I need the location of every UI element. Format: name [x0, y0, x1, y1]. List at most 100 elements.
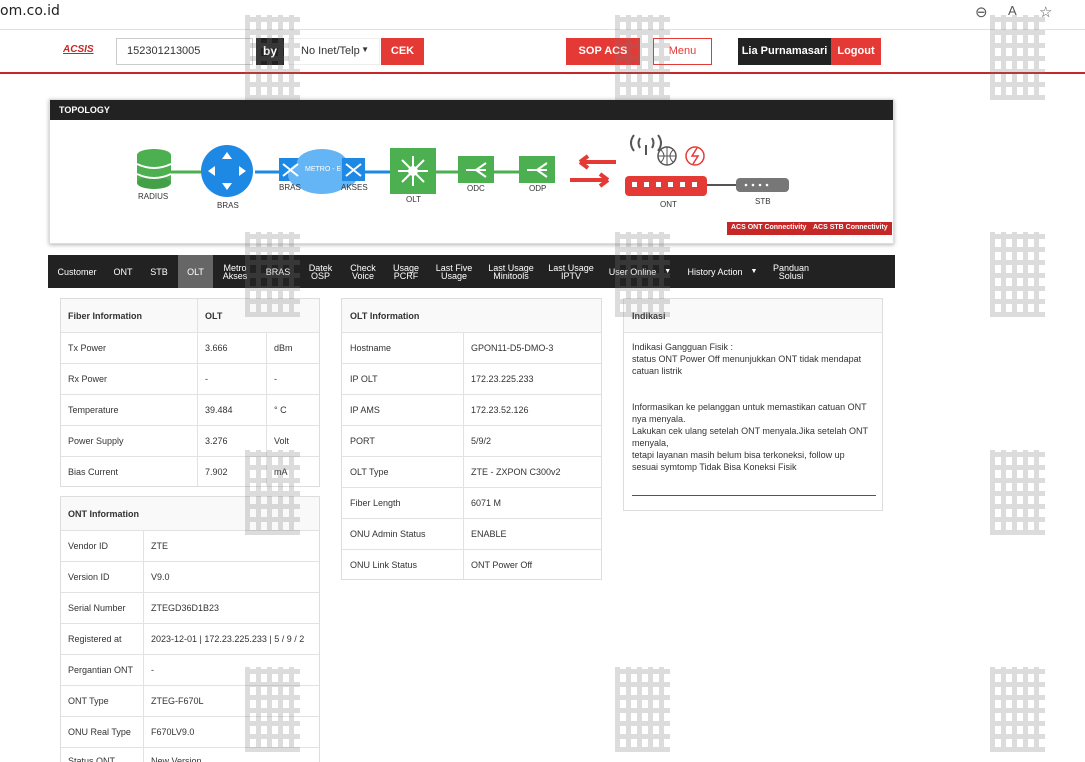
acs-ont-connectivity-button[interactable]: ACS ONT Connectivity: [727, 222, 811, 235]
row-unit: ° C: [274, 405, 287, 415]
tab-label: ONT: [113, 266, 133, 277]
row-value: -: [151, 665, 154, 675]
table-row: Tx Power 3.666 dBm: [61, 333, 319, 364]
row-value: 2023-12-01 | 172.23.225.233 | 5 / 9 / 2: [151, 634, 305, 644]
row-label: Version ID: [68, 572, 110, 582]
tab-label: Usage PCRF: [392, 262, 419, 281]
row-label: Vendor ID: [68, 541, 109, 551]
tab-ont[interactable]: ONT: [106, 255, 140, 288]
row-value: 172.23.52.126: [471, 405, 529, 415]
table-row: Hostname GPON11-D5-DMO-3: [342, 333, 601, 364]
table-row: PORT 5/9/2: [342, 426, 601, 457]
table-row: Vendor ID ZTE: [61, 531, 319, 562]
read-aloud-icon[interactable]: A: [1008, 3, 1017, 18]
column-divider: [266, 333, 267, 486]
tab-label: Check Voice: [350, 262, 376, 281]
tab-label: OLT: [187, 266, 204, 277]
tab-metro-akses[interactable]: Metro Akses: [213, 255, 257, 288]
row-label: Registered at: [68, 634, 122, 644]
row-value: 6071 M: [471, 498, 502, 508]
tab-history-action[interactable]: History Action ▼: [680, 255, 765, 288]
tab-check-voice[interactable]: Check Voice: [342, 255, 384, 288]
row-label: IP OLT: [350, 374, 378, 384]
detail-tabs: Customer ONT STB OLT Metro Akses BRAS Dat…: [48, 255, 895, 288]
row-value: New Version: [151, 756, 202, 762]
table-header: Indikasi: [624, 299, 882, 333]
fiber-info-title: Fiber Information: [68, 310, 142, 321]
tab-label: BRAS: [265, 266, 291, 277]
logout-button[interactable]: Logout: [831, 38, 881, 65]
caret-down-icon: ▼: [664, 267, 672, 275]
table-row: OLT Type ZTE - ZXPON C300v2: [342, 457, 601, 488]
row-value: ZTEGD36D1B23: [151, 603, 220, 613]
url-text[interactable]: om.co.id: [0, 3, 60, 19]
row-label: Temperature: [68, 405, 119, 415]
node-label-bras2: BRAS: [279, 183, 301, 192]
row-label: ONT Type: [68, 696, 109, 706]
tab-user-online[interactable]: User Online ▼: [600, 255, 680, 288]
tab-panduan-solusi[interactable]: Panduan Solusi: [765, 255, 817, 288]
browser-address-bar[interactable]: om.co.id ⊖ A ☆: [0, 0, 1085, 30]
acsis-logo[interactable]: ACSIS: [63, 44, 94, 55]
row-value: ZTEG-F670L: [151, 696, 204, 706]
by-label: by: [256, 38, 284, 65]
column-divider: [463, 333, 464, 579]
table-row: IP AMS 172.23.52.126: [342, 395, 601, 426]
table-row: Fiber Length 6071 M: [342, 488, 601, 519]
table-row: Serial Number ZTEGD36D1B23: [61, 593, 319, 624]
table-row: Status ONT New Version: [61, 748, 319, 762]
menu-button[interactable]: Menu: [653, 38, 712, 65]
row-label: Power Supply: [68, 436, 124, 446]
node-label-bras: BRAS: [217, 201, 239, 210]
tab-customer[interactable]: Customer: [48, 255, 106, 288]
row-value: GPON11-D5-DMO-3: [471, 343, 554, 353]
node-label-metro: METRO - E: [305, 166, 342, 173]
table-row: Registered at 2023-12-01 | 172.23.225.233…: [61, 624, 319, 655]
user-name-badge[interactable]: Lia Purnamasari: [738, 38, 831, 65]
search-type-value: No Inet/Telp: [301, 45, 360, 57]
zoom-out-icon[interactable]: ⊖: [975, 3, 988, 21]
tab-last-usage-minitools[interactable]: Last Usage Minitools: [480, 255, 542, 288]
watermark: [990, 450, 1045, 535]
tab-label: Customer: [57, 266, 97, 277]
globe-icon: [657, 146, 677, 166]
favorite-star-icon[interactable]: ☆: [1039, 3, 1052, 21]
row-label: Hostname: [350, 343, 392, 353]
row-value: 3.276: [205, 436, 228, 446]
search-type-select[interactable]: No Inet/Telp ▼: [288, 38, 380, 65]
table-row: Power Supply 3.276 Volt: [61, 426, 319, 457]
row-unit: mA: [274, 466, 288, 477]
table-row: ONU Admin Status ENABLE: [342, 519, 601, 550]
sop-acs-button[interactable]: SOP ACS: [566, 38, 640, 65]
table-row: Pergantian ONT -: [61, 655, 319, 686]
row-value: 5/9/2: [471, 436, 492, 446]
tab-stb[interactable]: STB: [140, 255, 178, 288]
tab-usage-pcrf[interactable]: Usage PCRF: [384, 255, 428, 288]
tab-label: Last Usage Minitools: [488, 262, 534, 281]
fiber-info-olt-header: OLT: [205, 310, 223, 321]
tab-bras[interactable]: BRAS: [257, 255, 299, 288]
row-value: ZTE - ZXPON C300v2: [471, 467, 561, 477]
watermark: [990, 667, 1045, 752]
row-label: Serial Number: [68, 603, 126, 613]
row-value: ENABLE: [471, 529, 507, 539]
fiber-information-panel: Fiber Information OLT Tx Power 3.666 dBm R…: [60, 298, 320, 487]
topology-panel: TOPOLOGY RADIUS BRAS BRAS METRO - E AKSE…: [49, 99, 894, 244]
node-label-olt: OLT: [406, 195, 421, 204]
table-row: ONU Link Status ONT Power Off: [342, 550, 601, 579]
node-label-radius: RADIUS: [138, 192, 169, 201]
row-value: 39.484: [205, 405, 233, 415]
tab-datek-osp[interactable]: Datek OSP: [299, 255, 342, 288]
tab-last-five-usage[interactable]: Last Five Usage: [428, 255, 480, 288]
table-row: Temperature 39.484 ° C: [61, 395, 319, 426]
row-unit: Volt: [274, 436, 290, 446]
customer-number-input[interactable]: 152301213005: [116, 38, 253, 65]
tab-label: Last Five Usage: [435, 262, 473, 281]
tab-olt[interactable]: OLT: [178, 255, 213, 288]
caret-down-icon: ▼: [750, 267, 758, 275]
cek-button[interactable]: CEK: [381, 38, 424, 65]
tab-last-usage-iptv[interactable]: Last Usage IPTV: [542, 255, 600, 288]
node-label-odc: ODC: [467, 184, 485, 193]
app-header: ACSIS 152301213005 by No Inet/Telp ▼ CEK …: [0, 30, 1085, 74]
acs-stb-connectivity-button[interactable]: ACS STB Connectivity: [809, 222, 892, 235]
